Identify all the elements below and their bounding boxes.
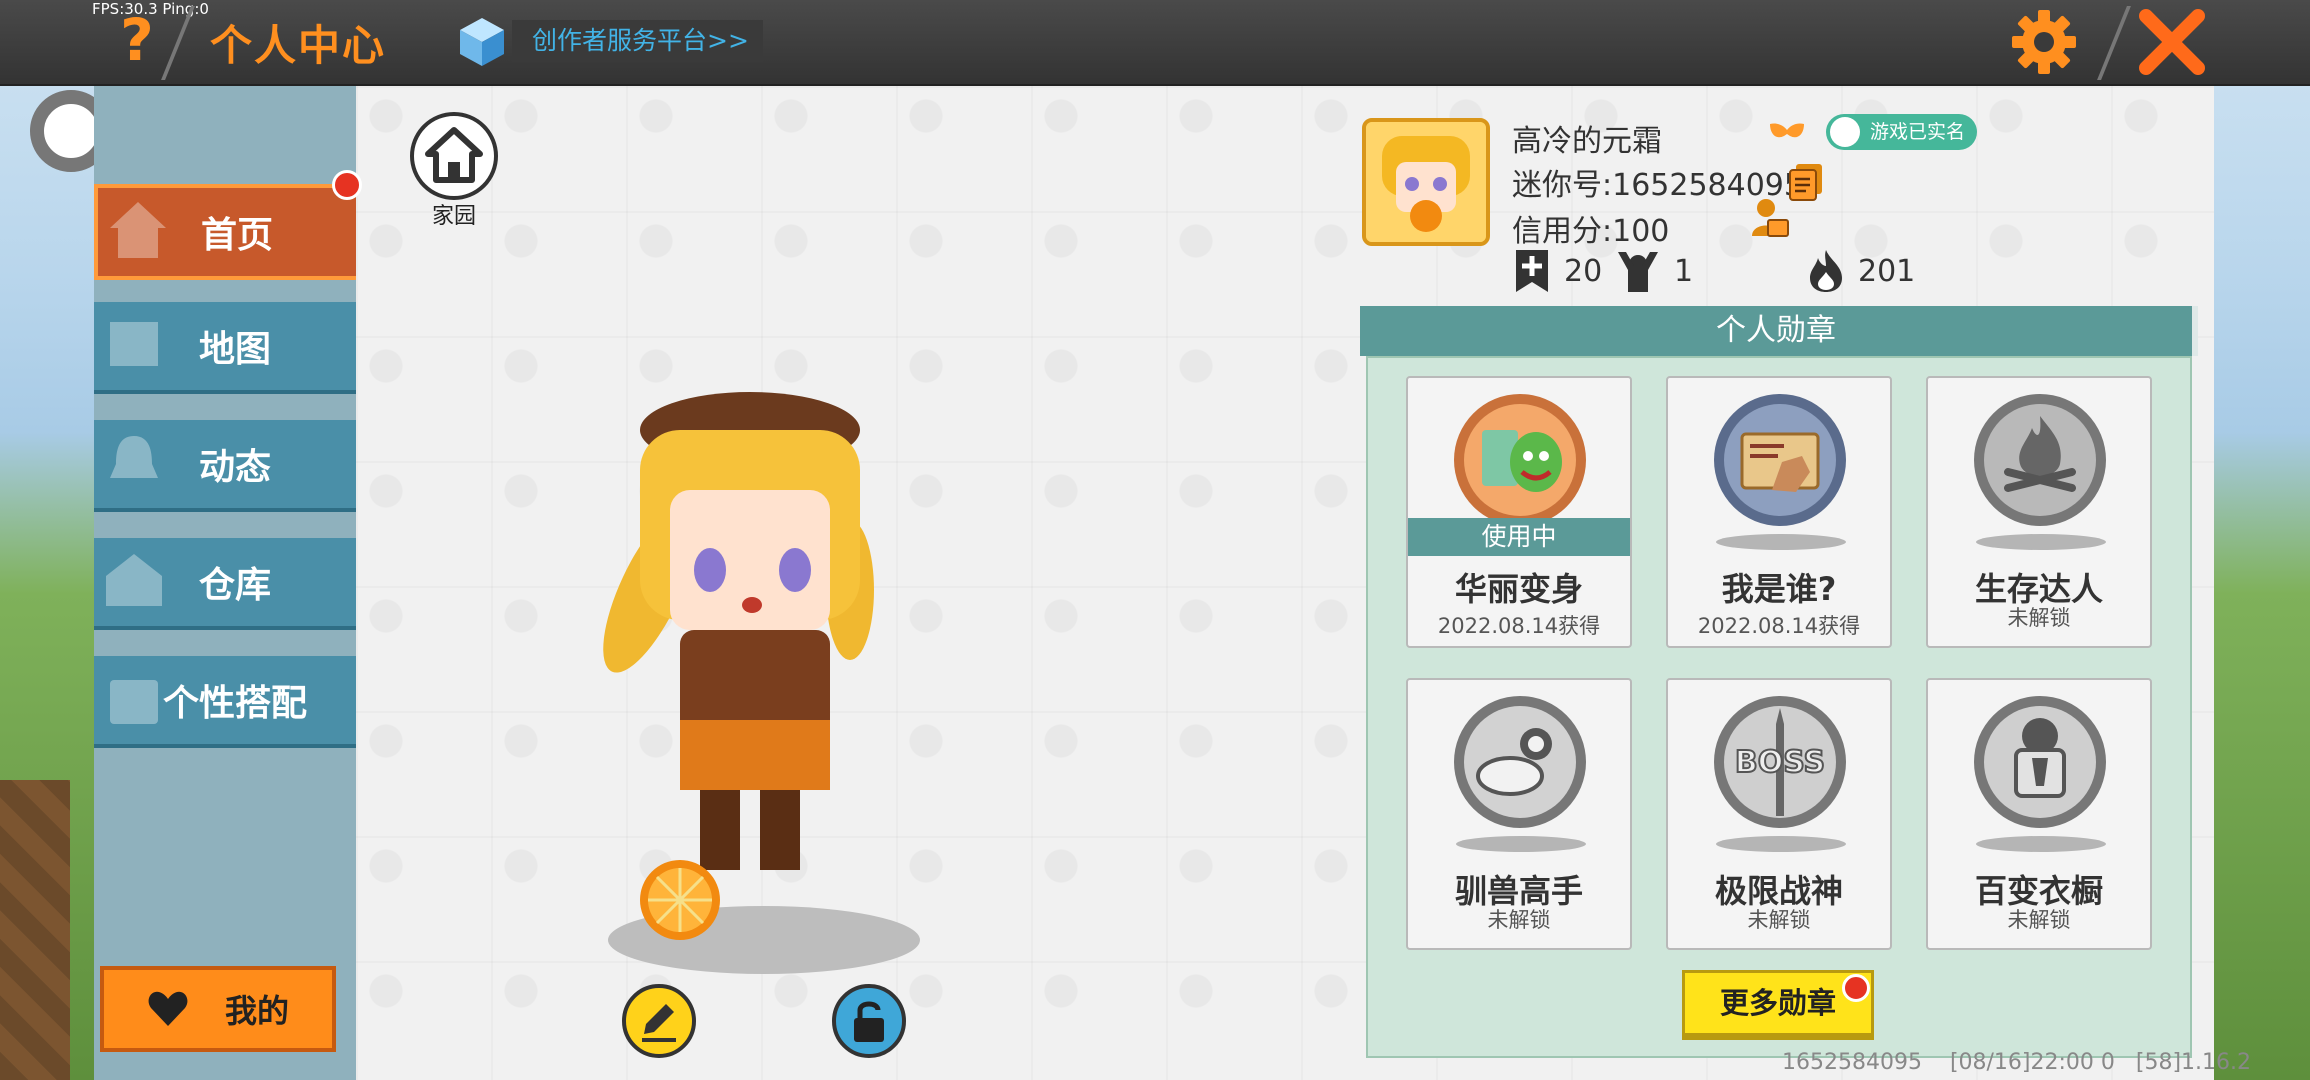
follow-stat[interactable]: 20 xyxy=(1512,248,1602,294)
medal-status: 未解锁 xyxy=(1747,908,1811,932)
medal-card[interactable]: 百变衣橱 未解锁 xyxy=(1926,678,2152,950)
bell-icon xyxy=(110,436,158,478)
medal-shadow xyxy=(1716,836,1846,852)
gear-icon[interactable] xyxy=(2010,8,2078,76)
my-label: 我的 xyxy=(224,992,289,1030)
sidebar-item-label: 首页 xyxy=(200,215,273,256)
footer-info: 1652584095 [08/16]22:00 0 [58]1.16.2 xyxy=(1782,1050,2252,1075)
outfit-icon xyxy=(110,680,158,724)
my-button[interactable]: 我的 xyxy=(100,966,336,1052)
help-icon[interactable]: ? xyxy=(112,8,162,72)
cube-icon xyxy=(460,18,504,66)
homeland-button[interactable] xyxy=(410,112,498,200)
warehouse-icon xyxy=(106,554,162,606)
house-icon xyxy=(425,127,483,183)
sidebar-item-warehouse[interactable]: 仓库 xyxy=(94,538,356,630)
sidebar-item-label: 地图 xyxy=(198,329,271,370)
medal-shadow xyxy=(1976,836,2106,852)
notification-dot xyxy=(332,170,362,200)
medal-card[interactable]: 使用中 华丽变身 2022.08.14获得 xyxy=(1406,376,1632,648)
fans-stat[interactable]: 1 xyxy=(1614,248,1693,294)
avatar[interactable] xyxy=(1362,118,1490,246)
medal-status: 2022.08.14获得 xyxy=(1697,614,1861,638)
medal-name: 华丽变身 xyxy=(1454,570,1583,608)
sidebar-item-label: 仓库 xyxy=(198,565,271,606)
add-follow-icon xyxy=(1516,250,1548,292)
sidebar-item-label: 个性搭配 xyxy=(162,683,307,724)
sidebar-item-home[interactable]: 首页 xyxy=(94,184,356,280)
medal-status: 未解锁 xyxy=(2007,606,2071,630)
medal-shadow xyxy=(1456,836,1586,852)
medal-shadow xyxy=(1716,534,1846,550)
homeland-label: 家园 xyxy=(431,204,476,229)
top-bar: FPS:30.3 Ping:0 ? 个人中心 创作者服务平台>> xyxy=(0,0,2310,86)
house-icon xyxy=(110,202,166,258)
notification-dot xyxy=(1842,974,1870,1002)
medal-campfire-icon xyxy=(1974,394,2106,526)
avatar-image xyxy=(1366,122,1486,242)
medal-who-am-i-icon xyxy=(1714,394,1846,526)
hot-stat: 201 xyxy=(1806,248,1915,294)
player-name: 高冷的元霜 xyxy=(1512,124,1662,159)
map-icon xyxy=(110,322,158,366)
real-name-badge: 游戏已实名 xyxy=(1826,114,1978,150)
medal-status: 未解锁 xyxy=(1487,908,1551,932)
medal-name: 我是谁? xyxy=(1721,570,1837,608)
ground-block xyxy=(0,780,70,1080)
medal-card[interactable]: 驯兽高手 未解锁 xyxy=(1406,678,1632,950)
pencil-icon xyxy=(642,1004,676,1042)
edit-button[interactable] xyxy=(622,984,696,1058)
creator-platform-link[interactable]: 创作者服务平台>> xyxy=(512,20,763,62)
divider xyxy=(2097,6,2131,80)
lock-icon xyxy=(854,1001,884,1042)
close-icon[interactable] xyxy=(2136,6,2208,78)
copy-icon[interactable] xyxy=(1788,162,1824,202)
follow-count: 20 xyxy=(1564,253,1603,289)
svg-text:BOSS: BOSS xyxy=(1735,745,1825,780)
page-title: 个人中心 xyxy=(210,21,387,70)
in-use-tag: 使用中 xyxy=(1408,518,1630,556)
medal-transform-icon xyxy=(1454,394,1586,526)
sidebar-item-label: 动态 xyxy=(198,447,271,488)
real-name-label: 游戏已实名 xyxy=(1870,121,1966,143)
sidebar-item-outfit[interactable]: 个性搭配 xyxy=(94,656,356,748)
id-card-icon[interactable] xyxy=(1748,196,1790,240)
character-avatar-model xyxy=(603,392,874,940)
medals-header: 个人勋章 xyxy=(1360,306,2198,356)
medal-shadow xyxy=(1976,534,2106,550)
fans-count: 1 xyxy=(1674,253,1694,289)
user-icon xyxy=(1830,117,1860,147)
medal-beast-tamer-icon xyxy=(1454,696,1586,828)
flame-icon xyxy=(1810,250,1842,292)
sidebar-item-feed[interactable]: 动态 xyxy=(94,420,356,512)
medal-card[interactable]: 生存达人 未解锁 xyxy=(1926,376,2152,648)
lock-button[interactable] xyxy=(832,984,906,1058)
credit-score: 信用分:100 xyxy=(1512,214,1670,249)
sidebar-item-map[interactable]: 地图 xyxy=(94,302,356,394)
heart-icon xyxy=(148,991,188,1026)
fans-icon xyxy=(1618,252,1658,292)
medal-status: 2022.08.14获得 xyxy=(1437,614,1601,638)
hot-count: 201 xyxy=(1858,253,1916,289)
medal-wardrobe-icon xyxy=(1974,696,2106,828)
medal-card[interactable]: 我是谁? 2022.08.14获得 xyxy=(1666,376,1892,648)
medal-card[interactable]: BOSS 极限战神 未解锁 xyxy=(1666,678,1892,950)
medal-boss-icon: BOSS xyxy=(1714,696,1846,828)
medal-status: 未解锁 xyxy=(2007,908,2071,932)
mask-icon[interactable] xyxy=(1768,120,1806,142)
